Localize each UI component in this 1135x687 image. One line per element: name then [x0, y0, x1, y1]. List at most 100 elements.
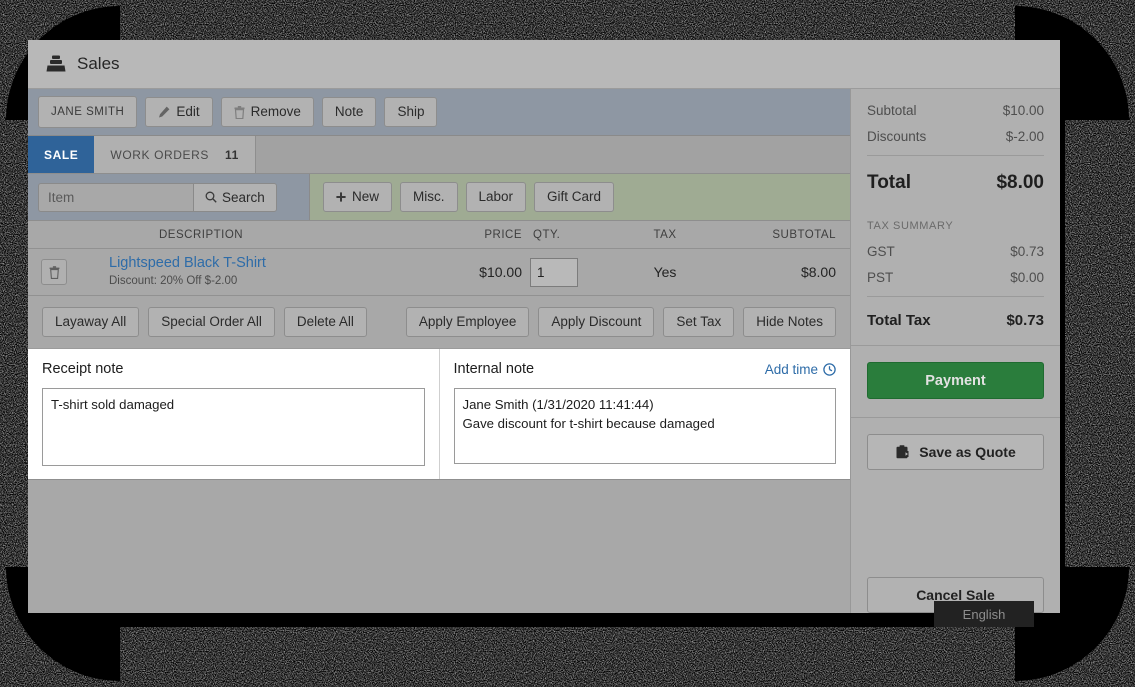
- receipt-note-box: Receipt note: [28, 349, 440, 479]
- table-header-description: DESCRIPTION: [80, 229, 402, 241]
- row-delete-cell: [28, 259, 80, 285]
- layaway-all-button[interactable]: Layaway All: [42, 307, 139, 337]
- search-icon: [205, 191, 217, 203]
- internal-note-textarea[interactable]: [454, 388, 837, 464]
- table-row: Lightspeed Black T-Shirt Discount: 20% O…: [28, 249, 850, 296]
- labor-button[interactable]: Labor: [466, 182, 527, 212]
- table-header-tax: TAX: [600, 229, 730, 241]
- apply-discount-label: Apply Discount: [551, 314, 641, 330]
- internal-note-title: Internal note: [454, 361, 535, 377]
- discounts-value: $-2.00: [1006, 129, 1044, 144]
- main-empty-area: [28, 480, 850, 607]
- quote-clipboard-icon: [895, 445, 910, 460]
- payment-block: Payment: [851, 345, 1060, 417]
- frame-noise-edge-top: [120, 0, 1015, 40]
- quote-block: Save as Quote: [851, 417, 1060, 470]
- save-as-quote-button[interactable]: Save as Quote: [867, 434, 1044, 470]
- totals-sidebar: Subtotal $10.00 Discounts $-2.00 Total $…: [850, 89, 1060, 613]
- new-item-button-label: New: [352, 189, 379, 205]
- receipt-note-header: Receipt note: [42, 358, 425, 380]
- line-actions-bar: Layaway All Special Order All Delete All…: [28, 296, 850, 349]
- note-button-label: Note: [335, 104, 364, 120]
- total-tax-row: Total Tax $0.73: [867, 297, 1044, 345]
- payment-button[interactable]: Payment: [867, 362, 1044, 399]
- remove-button-label: Remove: [251, 104, 301, 120]
- tab-sale[interactable]: SALE: [28, 136, 94, 173]
- tabstrip: SALE WORK ORDERS 11: [28, 136, 850, 174]
- new-item-button[interactable]: New: [323, 182, 392, 212]
- search-button[interactable]: Search: [193, 183, 277, 212]
- screen-root: Sales JANE SMITH Edit: [0, 0, 1135, 687]
- table-header-subtotal: SUBTOTAL: [730, 229, 850, 241]
- clock-icon: [823, 363, 836, 376]
- save-as-quote-label: Save as Quote: [919, 444, 1016, 460]
- edit-button[interactable]: Edit: [145, 97, 212, 127]
- apply-employee-button[interactable]: Apply Employee: [406, 307, 530, 337]
- row-qty-input[interactable]: [530, 258, 578, 287]
- tab-sale-label: SALE: [44, 148, 78, 162]
- gift-card-button[interactable]: Gift Card: [534, 182, 614, 212]
- discounts-row: Discounts $-2.00: [867, 129, 1044, 144]
- delete-all-label: Delete All: [297, 314, 354, 330]
- ship-button[interactable]: Ship: [384, 97, 437, 127]
- trash-icon: [234, 106, 245, 119]
- total-tax-label: Total Tax: [867, 312, 931, 329]
- hide-notes-label: Hide Notes: [756, 314, 823, 330]
- row-item-discount: Discount: 20% Off $-2.00: [109, 274, 402, 289]
- trash-icon: [49, 266, 60, 279]
- pst-label: PST: [867, 270, 893, 285]
- receipt-note-textarea[interactable]: [42, 388, 425, 466]
- add-time-link[interactable]: Add time: [765, 362, 836, 377]
- special-order-all-button[interactable]: Special Order All: [148, 307, 275, 337]
- quick-actions-zone: New Misc. Labor Gift Card: [310, 174, 850, 220]
- remove-button[interactable]: Remove: [221, 97, 314, 127]
- row-tax: Yes: [600, 264, 730, 280]
- customer-button-label: JANE SMITH: [51, 104, 124, 120]
- note-button[interactable]: Note: [322, 97, 377, 127]
- notes-panel: Receipt note Internal note Add time: [28, 349, 850, 480]
- totals-block: Subtotal $10.00 Discounts $-2.00 Total $…: [851, 89, 1060, 345]
- gst-row: GST $0.73: [867, 244, 1044, 259]
- delete-all-button[interactable]: Delete All: [284, 307, 367, 337]
- search-zone: Search: [28, 174, 310, 220]
- row-item-link[interactable]: Lightspeed Black T-Shirt: [109, 255, 402, 272]
- misc-button[interactable]: Misc.: [400, 182, 458, 212]
- main-column: JANE SMITH Edit Remo: [28, 89, 850, 613]
- receipt-note-title: Receipt note: [42, 361, 123, 377]
- discounts-label: Discounts: [867, 129, 926, 144]
- special-order-all-label: Special Order All: [161, 314, 262, 330]
- total-tax-value: $0.73: [1006, 312, 1044, 329]
- apply-discount-button[interactable]: Apply Discount: [538, 307, 654, 337]
- hide-notes-button[interactable]: Hide Notes: [743, 307, 836, 337]
- line-item-table: DESCRIPTION PRICE QTY. TAX SUBTOTAL: [28, 221, 850, 296]
- app-header: Sales: [28, 40, 1060, 89]
- edit-button-label: Edit: [176, 104, 199, 120]
- customer-toolbar: JANE SMITH Edit Remo: [28, 89, 850, 136]
- set-tax-button[interactable]: Set Tax: [663, 307, 734, 337]
- total-label: Total: [867, 172, 911, 194]
- total-value: $8.00: [996, 172, 1044, 194]
- add-time-label: Add time: [765, 362, 818, 377]
- language-toast: English: [934, 601, 1034, 627]
- page-title: Sales: [77, 54, 120, 74]
- subtotal-row: Subtotal $10.00: [867, 103, 1044, 118]
- row-subtotal: $8.00: [730, 264, 850, 280]
- table-header-price: PRICE: [402, 229, 522, 241]
- subtotal-label: Subtotal: [867, 103, 917, 118]
- set-tax-label: Set Tax: [676, 314, 721, 330]
- sales-window: Sales JANE SMITH Edit: [28, 40, 1060, 613]
- row-description-cell: Lightspeed Black T-Shirt Discount: 20% O…: [80, 255, 402, 289]
- frame-noise-edge-bottom: [120, 627, 1015, 687]
- search-button-label: Search: [222, 190, 265, 205]
- labor-button-label: Labor: [479, 189, 514, 205]
- tax-summary-caption: TAX SUMMARY: [867, 220, 1044, 232]
- tab-work-orders[interactable]: WORK ORDERS 11: [94, 136, 256, 173]
- total-row: Total $8.00: [867, 156, 1044, 212]
- row-delete-button[interactable]: [41, 259, 67, 285]
- pencil-icon: [158, 106, 170, 118]
- search-row: Search New Misc.: [28, 174, 850, 221]
- tabstrip-spacer: [256, 136, 850, 173]
- misc-button-label: Misc.: [413, 189, 445, 205]
- search-input[interactable]: [38, 183, 193, 212]
- customer-button[interactable]: JANE SMITH: [38, 96, 137, 128]
